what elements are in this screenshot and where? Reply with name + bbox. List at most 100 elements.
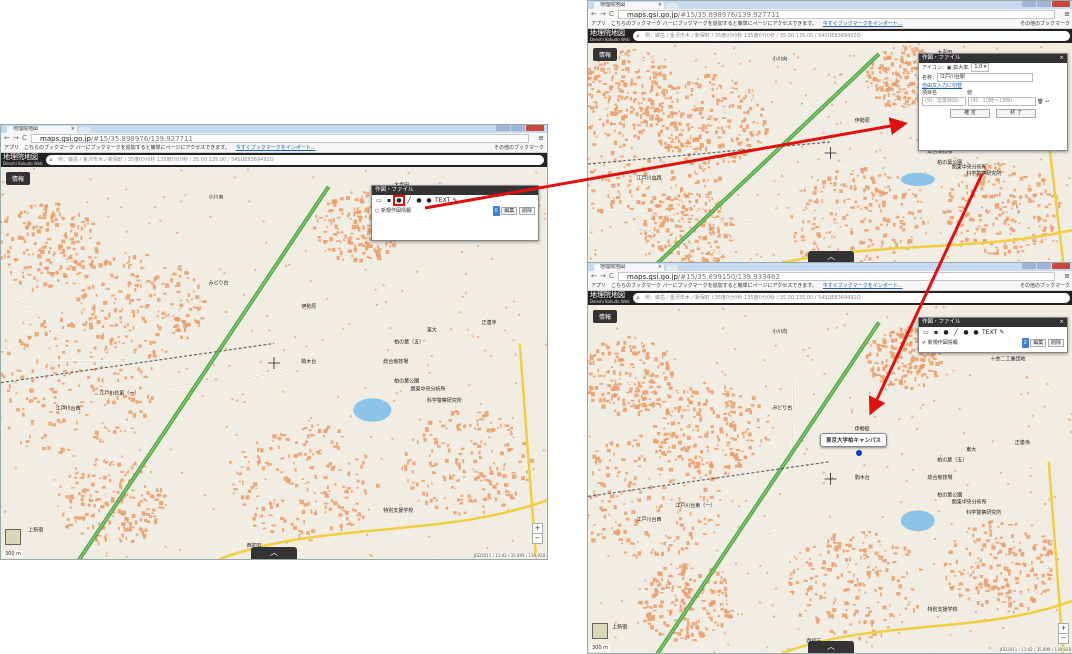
undo-icon[interactable]: ↩ [1045, 99, 1049, 105]
url-input[interactable]: maps.gsi.go.jp/#15/35.899150/139.933462 [618, 272, 1055, 281]
feature-count: 2 [1022, 338, 1029, 348]
zoom-out-button[interactable]: − [532, 533, 543, 544]
circle-icon[interactable]: ● [425, 197, 433, 204]
marker-dialog: 作図・ファイル× アイコン：▣ 拡大率: 1.0 ▾ 名称：江戸川台駅 自由文入… [918, 53, 1068, 151]
radio-icon[interactable]: ○ [375, 208, 379, 214]
apps-link[interactable]: アプリ [591, 21, 606, 27]
maximize-button[interactable] [1037, 263, 1051, 269]
info-button[interactable]: 情報 [6, 172, 30, 185]
reload-icon[interactable]: C [609, 272, 614, 281]
apps-link[interactable]: アプリ [591, 283, 606, 289]
circle-icon[interactable]: ● [972, 329, 980, 336]
url-input[interactable]: maps.gsi.go.jp/#15/35.898976/139.927711 [31, 134, 529, 143]
polygon-icon[interactable]: ● [962, 329, 970, 336]
background-map-thumbnail[interactable] [592, 623, 608, 639]
panel-title: 作図・ファイル [922, 319, 961, 325]
menu-icon[interactable]: ≡ [538, 134, 544, 143]
forward-icon[interactable]: → [600, 10, 606, 19]
edit-button[interactable]: 編集 [501, 207, 517, 215]
minimize-button[interactable] [1022, 263, 1036, 269]
trash-icon[interactable]: 🗑 [1037, 99, 1043, 105]
placed-marker-icon[interactable] [856, 450, 862, 456]
browser-tab[interactable]: 地理院地図× [594, 2, 664, 9]
menu-icon[interactable]: ≡ [1064, 10, 1070, 19]
search-input[interactable]: ⌕例：蝶岳 / 金沢市木ノ新保町 / 35度0分0秒 135度0分0秒 / 35… [633, 293, 1070, 303]
polyline-icon[interactable]: ╱ [952, 329, 960, 336]
polyline-icon[interactable]: ╱ [405, 197, 413, 204]
zoom-out-button[interactable]: − [1058, 633, 1069, 644]
folder-open-icon[interactable]: ▭ [922, 329, 930, 336]
map-view[interactable]: 柏の葉（五）十余二工業団地江戸川台西柏の葉公園総合競技場東大関東中央分析所科学警… [588, 305, 1072, 653]
background-map-thumbnail[interactable] [5, 529, 21, 545]
tab-close-icon[interactable]: × [658, 264, 662, 271]
window-close-button[interactable] [1052, 263, 1070, 269]
marker-preview-icon[interactable]: ▣ [947, 65, 952, 71]
reload-icon[interactable]: C [22, 134, 27, 143]
other-bookmarks[interactable]: その他のブックマーク [494, 144, 544, 152]
panel-close-icon[interactable]: × [1059, 318, 1064, 327]
scale-select[interactable]: 1.0 ▾ [971, 63, 989, 72]
marker-icon[interactable]: ● [395, 197, 403, 204]
browser-tab[interactable]: 地理院地図× [594, 264, 664, 271]
map-label: 東大 [427, 327, 437, 334]
folder-open-icon[interactable]: ▭ [375, 197, 383, 204]
confirm-button[interactable]: 確 定 [950, 109, 990, 118]
url-input[interactable]: maps.gsi.go.jp/#15/35.898976/139.927711 [618, 10, 1055, 19]
forward-icon[interactable]: → [600, 272, 606, 281]
delete-button[interactable]: 削除 [1048, 339, 1064, 347]
import-bookmarks-link[interactable]: 今すぐブックマークをインポート... [823, 283, 903, 289]
dialog-close-icon[interactable]: × [1059, 54, 1064, 63]
info-button[interactable]: 情報 [593, 310, 617, 323]
check-icon[interactable]: ✔ [922, 340, 926, 346]
map-view[interactable]: 柏の葉（五）十余二工業団地江戸川台西柏の葉公園総合競技場東大関東中央分析所科学警… [1, 167, 547, 559]
other-bookmarks[interactable]: その他のブックマーク [1020, 282, 1070, 290]
map-label: 柏の葉（五） [937, 457, 967, 464]
menu-icon[interactable]: ≡ [1064, 272, 1070, 281]
import-bookmarks-link[interactable]: 今すぐブックマークをインポート... [823, 21, 903, 27]
save-icon[interactable]: ▪ [385, 197, 393, 204]
map-view[interactable]: 柏の葉（五）十余二工業団地江戸川台西柏の葉公園総合競技場東大関東中央分析所科学警… [588, 43, 1072, 263]
panel-close-icon[interactable]: × [530, 186, 535, 195]
back-icon[interactable]: ← [4, 134, 10, 143]
window-close-button[interactable] [1052, 1, 1070, 7]
window-close-button[interactable] [526, 125, 544, 131]
maximize-button[interactable] [511, 125, 525, 131]
reload-icon[interactable]: C [609, 10, 614, 19]
value-input[interactable]: (例：10時～18時) [968, 97, 1036, 106]
delete-button[interactable]: 削除 [519, 207, 535, 215]
polygon-icon[interactable]: ● [415, 197, 423, 204]
item-name-input[interactable]: (例：営業時間) [922, 97, 966, 106]
back-icon[interactable]: ← [591, 10, 597, 19]
forward-icon[interactable]: → [13, 134, 19, 143]
search-input[interactable]: ⌕例：蝶岳 / 金沢市木ノ新保町 / 35度0分0秒 135度0分0秒 / 35… [633, 31, 1070, 41]
info-button[interactable]: 情報 [593, 48, 617, 61]
gsi-logo[interactable]: 地理院地図Denshi Kokudo Web [590, 30, 630, 42]
gsi-logo[interactable]: 地理院地図Denshi Kokudo Web [3, 154, 43, 166]
text-icon[interactable]: TEXT [982, 329, 996, 336]
expand-tab[interactable]: ︿ [251, 547, 297, 559]
save-icon[interactable]: ▪ [932, 329, 940, 336]
maximize-button[interactable] [1037, 1, 1051, 7]
gsi-logo[interactable]: 地理院地図Denshi Kokudo Web [590, 292, 630, 304]
map-label: 柏の葉（五） [394, 338, 424, 345]
text-icon[interactable]: TEXT [435, 197, 449, 204]
marker-popup: 東京大学柏キャンパス [820, 433, 887, 447]
free-input-toggle[interactable]: 自由文入力に切替 [922, 83, 962, 89]
minimize-button[interactable] [496, 125, 510, 131]
browser-tab[interactable]: 地理院地図× [7, 126, 77, 133]
apps-link[interactable]: アプリ [4, 145, 19, 151]
other-bookmarks[interactable]: その他のブックマーク [1020, 20, 1070, 28]
free-draw-icon[interactable]: ✎ [451, 197, 459, 204]
import-bookmarks-link[interactable]: 今すぐブックマークをインポート... [236, 145, 316, 151]
edit-button[interactable]: 編集 [1030, 339, 1046, 347]
finish-button[interactable]: 終 了 [996, 109, 1036, 118]
tab-close-icon[interactable]: × [71, 126, 75, 133]
back-icon[interactable]: ← [591, 272, 597, 281]
marker-icon[interactable]: ● [942, 329, 950, 336]
expand-tab[interactable]: ︿ [808, 641, 854, 653]
search-input[interactable]: ⌕例：蝶岳 / 金沢市木ノ新保町 / 35度0分0秒 135度0分0秒 / 35… [46, 155, 544, 165]
free-draw-icon[interactable]: ✎ [998, 329, 1006, 336]
name-input[interactable]: 江戸川台駅 [937, 73, 1033, 82]
minimize-button[interactable] [1022, 1, 1036, 7]
tab-close-icon[interactable]: × [658, 2, 662, 9]
